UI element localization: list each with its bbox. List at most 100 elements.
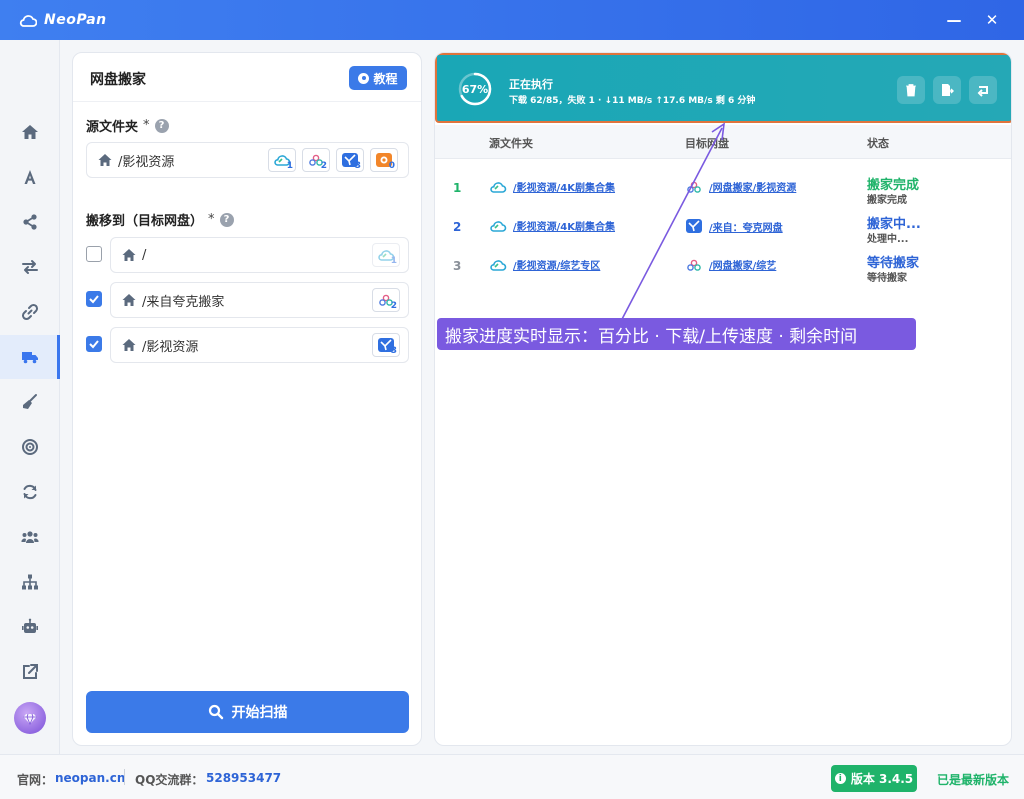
- neopan-logo-icon: [18, 10, 38, 30]
- baidu-cloud-icon: [490, 259, 507, 271]
- external-link-icon: [23, 664, 38, 679]
- home-icon: [122, 294, 136, 306]
- close-button[interactable]: ✕: [982, 10, 1002, 30]
- col-source: 源文件夹: [489, 137, 533, 150]
- tutorial-button[interactable]: 教程: [349, 66, 407, 90]
- footer-divider: [124, 769, 125, 785]
- reply-icon: [977, 86, 988, 97]
- status-subtext: 处理中...: [867, 234, 909, 245]
- target-path: /影视资源: [142, 339, 199, 355]
- latest-version-text: 已是最新版本: [937, 773, 1010, 787]
- nav-robot[interactable]: [0, 605, 60, 649]
- nav-sync[interactable]: [0, 470, 60, 514]
- status-title: 正在执行: [509, 78, 553, 91]
- qq-group-link[interactable]: 528953477: [206, 771, 281, 785]
- target-path-field-1[interactable]: / 1: [110, 237, 409, 273]
- target-drive-baidu[interactable]: 1: [372, 243, 400, 267]
- source-drive-xunlei[interactable]: 0: [370, 148, 398, 172]
- nav-transfer-drive[interactable]: [0, 335, 60, 379]
- nav-sitemap[interactable]: [0, 560, 60, 604]
- trash-icon: [906, 84, 916, 97]
- share-icon: [23, 214, 37, 230]
- font-icon: [24, 170, 36, 184]
- check-icon: [89, 340, 99, 349]
- qq-label: QQ交流群：: [135, 773, 204, 787]
- nav-share[interactable]: [0, 200, 60, 244]
- truck-icon: [22, 352, 38, 364]
- tutorial-label: 教程: [373, 71, 398, 86]
- help-icon[interactable]: ?: [219, 212, 234, 227]
- target-path-field-2[interactable]: /来自夸克搬家 2: [110, 282, 409, 318]
- scan-label: 开始扫描: [231, 705, 288, 721]
- source-drive-aliyun[interactable]: 2: [302, 148, 330, 172]
- title-bar: NeoPan — ✕: [0, 0, 1024, 40]
- target-path-field-3[interactable]: /影视资源 3: [110, 327, 409, 363]
- app-title: NeoPan: [44, 12, 107, 28]
- drive-index: 0: [388, 161, 395, 171]
- nav-transfer[interactable]: [0, 245, 60, 289]
- source-path-field[interactable]: /影视资源 1 2 3 0: [86, 142, 409, 178]
- broom-icon: [23, 394, 37, 409]
- progress-percent: 67%: [461, 82, 489, 96]
- drive-index: 1: [390, 256, 397, 266]
- delete-button[interactable]: [897, 76, 925, 104]
- nav-external[interactable]: [0, 650, 60, 694]
- home-icon: [98, 154, 112, 166]
- nav-clean[interactable]: [0, 380, 60, 424]
- footer: 官网： neopan.cn QQ交流群： 528953477 i 版本 3.4.…: [0, 754, 1024, 799]
- panel-title: 网盘搬家: [90, 72, 146, 88]
- nav-target[interactable]: [0, 425, 60, 469]
- website-link[interactable]: neopan.cn: [55, 771, 125, 785]
- target-drive-quark[interactable]: 3: [372, 333, 400, 357]
- row-index: 1: [453, 181, 462, 195]
- sync-icon: [23, 484, 37, 500]
- row-source[interactable]: /影视资源/4K剧集合集: [489, 179, 615, 194]
- status-subtext: 搬家完成: [867, 195, 907, 206]
- nav-home[interactable]: [0, 110, 60, 154]
- drive-index: 1: [286, 161, 293, 171]
- search-icon: [208, 704, 223, 720]
- gem-icon: [23, 713, 37, 726]
- status-subtext: 等待搬家: [867, 273, 907, 284]
- source-drive-quark[interactable]: 3: [336, 148, 364, 172]
- nav-link[interactable]: [0, 290, 60, 334]
- target-path: /来自夸克搬家: [142, 294, 225, 310]
- drive-index: 3: [354, 161, 361, 171]
- help-icon[interactable]: ?: [154, 118, 169, 133]
- export-button[interactable]: [933, 76, 961, 104]
- target-label: 搬移到（目标网盘） * ?: [86, 210, 234, 229]
- website-label: 官网：: [17, 773, 54, 787]
- check-icon: [89, 295, 99, 304]
- drive-index: 3: [390, 346, 397, 356]
- drive-index: 2: [390, 301, 397, 311]
- home-icon: [22, 125, 38, 139]
- version-badge[interactable]: i 版本 3.4.5: [831, 765, 917, 792]
- nav-font[interactable]: [0, 155, 60, 199]
- annotation-callout: 搬家进度实时显示：百分比 · 下载/上传速度 · 剩余时间: [437, 318, 916, 350]
- required-mark: *: [143, 118, 150, 133]
- transfer-config-panel: 网盘搬家 教程 源文件夹 * ? /影视资源 1 2 3 0 搬移到（目标网盘）…: [72, 52, 422, 746]
- start-scan-button[interactable]: 开始扫描: [86, 691, 409, 733]
- reply-button[interactable]: [969, 76, 997, 104]
- source-drive-baidu[interactable]: 1: [268, 148, 296, 172]
- row-source[interactable]: /影视资源/综艺专区: [489, 257, 600, 272]
- info-icon: [358, 72, 370, 84]
- row-index: 2: [453, 220, 462, 234]
- info-icon: i: [834, 773, 846, 784]
- target-drive-aliyun[interactable]: 2: [372, 288, 400, 312]
- source-link[interactable]: /影视资源/综艺专区: [513, 257, 600, 272]
- progress-banner: 67% 正在执行 下载 62/85，失败 1 · ↓11 MB/s ↑17.6 …: [435, 53, 1011, 123]
- link-icon: [21, 303, 39, 321]
- nav-users[interactable]: [0, 515, 60, 559]
- minimize-button[interactable]: —: [944, 10, 964, 30]
- target-checkbox-2[interactable]: [86, 291, 102, 307]
- sidebar: [0, 40, 60, 754]
- user-avatar[interactable]: [14, 702, 46, 734]
- annotation-arrow-icon: [619, 122, 726, 324]
- status-detail: 下载 62/85，失败 1 · ↓11 MB/s ↑17.6 MB/s 剩 6 …: [509, 96, 756, 106]
- export-icon: [942, 84, 954, 96]
- target-checkbox-1[interactable]: [86, 246, 102, 262]
- source-label-text: 源文件夹: [86, 120, 139, 135]
- row-source[interactable]: /影视资源/4K剧集合集: [489, 218, 615, 233]
- target-checkbox-3[interactable]: [86, 336, 102, 352]
